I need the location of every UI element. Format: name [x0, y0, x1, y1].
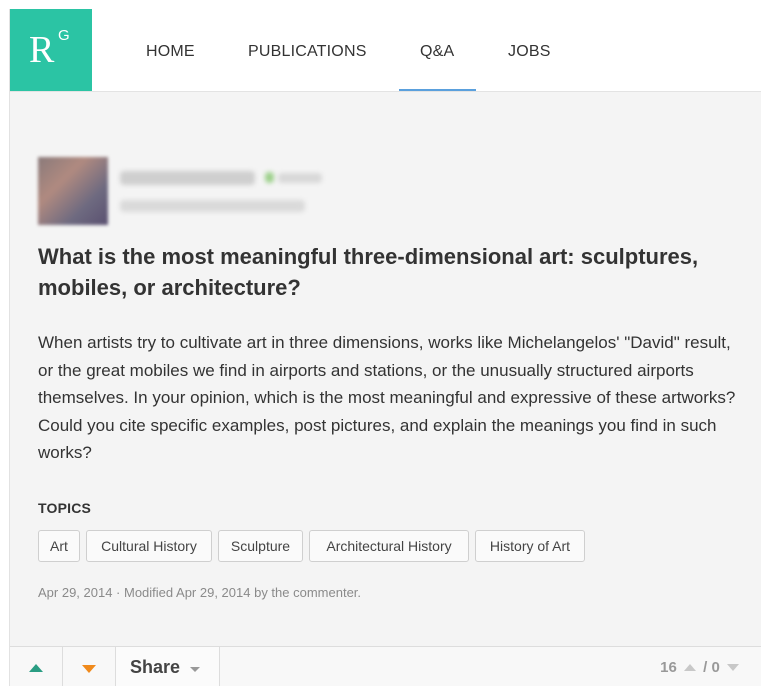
triangle-up-icon [29, 664, 43, 672]
logo-superscript: G [58, 27, 70, 44]
topic-tag[interactable]: History of Art [475, 530, 585, 562]
small-up-arrow-icon [683, 663, 696, 671]
question-actions-bar: Share 16 / 0 [10, 646, 761, 686]
nav-publications[interactable]: PUBLICATIONS [248, 43, 367, 61]
upvote-button[interactable] [10, 647, 63, 686]
share-label: Share [130, 657, 181, 677]
vote-score: 16 / 0 [660, 658, 742, 676]
nav-home[interactable]: HOME [146, 43, 195, 61]
author-score-blurred [278, 173, 322, 183]
small-down-arrow-icon [727, 663, 739, 671]
caret-down-icon [190, 667, 200, 672]
author-name-blurred[interactable] [120, 171, 255, 185]
nav-qa[interactable]: Q&A [420, 43, 454, 61]
downvote-count: 0 [711, 658, 720, 676]
question-title: What is the most meaningful three-dimens… [38, 244, 699, 300]
upvote-count: 16 [660, 658, 677, 676]
logo-letter: R [29, 29, 55, 71]
question-meta: Apr 29, 2014 · Modified Apr 29, 2014 by … [38, 585, 362, 600]
top-navigation-bar: R G HOME PUBLICATIONS Q&A JOBS [10, 9, 761, 92]
topic-tag[interactable]: Art [38, 530, 80, 562]
triangle-down-icon [82, 665, 96, 673]
author-avatar[interactable] [38, 157, 108, 225]
nav-active-indicator [399, 89, 476, 91]
researchgate-logo[interactable]: R G [10, 9, 92, 91]
topic-tag[interactable]: Architectural History [309, 530, 469, 562]
question-body: When artists try to cultivate art in thr… [38, 333, 736, 462]
downvote-button[interactable] [63, 647, 116, 686]
share-button[interactable]: Share [116, 647, 220, 686]
score-separator: / [703, 658, 708, 676]
author-institution-blurred[interactable] [120, 200, 305, 212]
author-badge-blurred [265, 172, 274, 183]
nav-jobs[interactable]: JOBS [508, 43, 551, 61]
question-page: R G HOME PUBLICATIONS Q&A JOBS What is t… [9, 9, 761, 686]
topic-tag[interactable]: Sculpture [218, 530, 303, 562]
topics-heading: TOPICS [38, 500, 92, 516]
topic-tag[interactable]: Cultural History [86, 530, 212, 562]
